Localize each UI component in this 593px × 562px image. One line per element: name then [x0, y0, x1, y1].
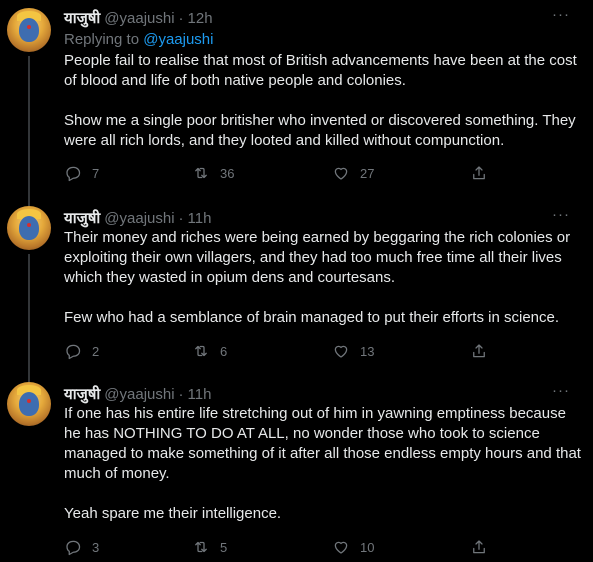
more-options-button[interactable]: ··· [552, 206, 570, 223]
tweet-text-paragraph: Yeah spare me their intelligence. [64, 505, 282, 522]
reply-button[interactable]: 2 [64, 342, 99, 360]
author-name[interactable]: याजुषी [64, 8, 100, 28]
like-count: 27 [360, 165, 375, 181]
avatar[interactable] [7, 206, 51, 250]
retweet-icon [195, 345, 207, 357]
timestamp[interactable]: 12h [188, 10, 213, 27]
retweet-button[interactable]: 6 [192, 342, 227, 360]
author-handle[interactable]: @yaajushi [104, 10, 174, 27]
heart-icon [334, 167, 348, 180]
share-icon [473, 344, 485, 358]
tweet-header: याजुषी @yaajushi · 11h [64, 384, 211, 404]
ellipsis-icon: ··· [552, 382, 570, 399]
timestamp[interactable]: 11h [188, 210, 212, 227]
tweet[interactable]: याजुषी @yaajushi · 11h ··· Their money a… [0, 192, 593, 376]
reply-icon [66, 540, 81, 556]
retweet-button[interactable]: 36 [192, 164, 234, 182]
separator: · [178, 210, 184, 227]
share-button[interactable] [470, 164, 488, 182]
ellipsis-icon: ··· [552, 6, 570, 23]
tweet[interactable]: याजुषी @yaajushi · 11h ··· If one has hi… [0, 368, 593, 562]
tweet-header: याजुषी @yaajushi · 11h [64, 208, 211, 228]
retweet-count: 6 [220, 343, 228, 359]
author-name[interactable]: याजुषी [64, 384, 100, 404]
heart-icon [334, 345, 348, 358]
avatar[interactable] [7, 382, 51, 426]
reply-icon [66, 166, 81, 182]
retweet-icon [195, 167, 207, 179]
tweet-text-paragraph: If one has his entire life stretching ou… [64, 405, 581, 482]
author-handle[interactable]: @yaajushi [104, 210, 174, 227]
replying-mention-link[interactable]: @yaajushi [143, 31, 213, 48]
replying-prefix: Replying to [64, 31, 144, 48]
reply-icon [66, 344, 81, 360]
thread-line [28, 192, 30, 206]
like-count: 13 [360, 343, 375, 359]
tweet[interactable]: याजुषी @yaajushi · 12h ··· Replying to @… [0, 0, 593, 200]
tweet-header: याजुषी @yaajushi · 12h [64, 8, 213, 28]
like-count: 10 [360, 539, 375, 555]
retweet-button[interactable]: 5 [192, 538, 227, 556]
like-button[interactable]: 13 [332, 342, 374, 360]
separator: · [178, 10, 184, 27]
thread-line [28, 254, 30, 376]
replying-to: Replying to @yaajushi [64, 31, 213, 48]
retweet-count: 36 [220, 165, 235, 181]
reply-button[interactable]: 3 [64, 538, 99, 556]
retweet-icon [195, 541, 207, 553]
retweet-count: 5 [220, 539, 228, 555]
tweet-text-paragraph: Show me a single poor britisher who inve… [64, 112, 576, 149]
like-button[interactable]: 27 [332, 164, 374, 182]
reply-count: 7 [92, 165, 100, 181]
ellipsis-icon: ··· [552, 206, 570, 223]
like-button[interactable]: 10 [332, 538, 374, 556]
heart-icon [334, 541, 348, 554]
share-icon [473, 166, 485, 180]
tweet-text-paragraph: Few who had a semblance of brain managed… [64, 309, 560, 326]
avatar[interactable] [7, 8, 51, 52]
thread-line [28, 368, 30, 382]
author-handle[interactable]: @yaajushi [104, 386, 174, 403]
tweet-text-paragraph: People fail to realise that most of Brit… [64, 52, 577, 89]
separator: · [178, 386, 184, 403]
reply-count: 3 [92, 539, 100, 555]
tweet-text-paragraph: Their money and riches were being earned… [64, 229, 571, 286]
more-options-button[interactable]: ··· [552, 382, 570, 399]
author-name[interactable]: याजुषी [64, 208, 100, 228]
share-icon [473, 540, 485, 554]
reply-count: 2 [92, 343, 100, 359]
timestamp[interactable]: 11h [188, 386, 212, 403]
reply-button[interactable]: 7 [64, 164, 99, 182]
share-button[interactable] [470, 538, 488, 556]
more-options-button[interactable]: ··· [552, 6, 570, 23]
thread-line [28, 56, 30, 200]
share-button[interactable] [470, 342, 488, 360]
